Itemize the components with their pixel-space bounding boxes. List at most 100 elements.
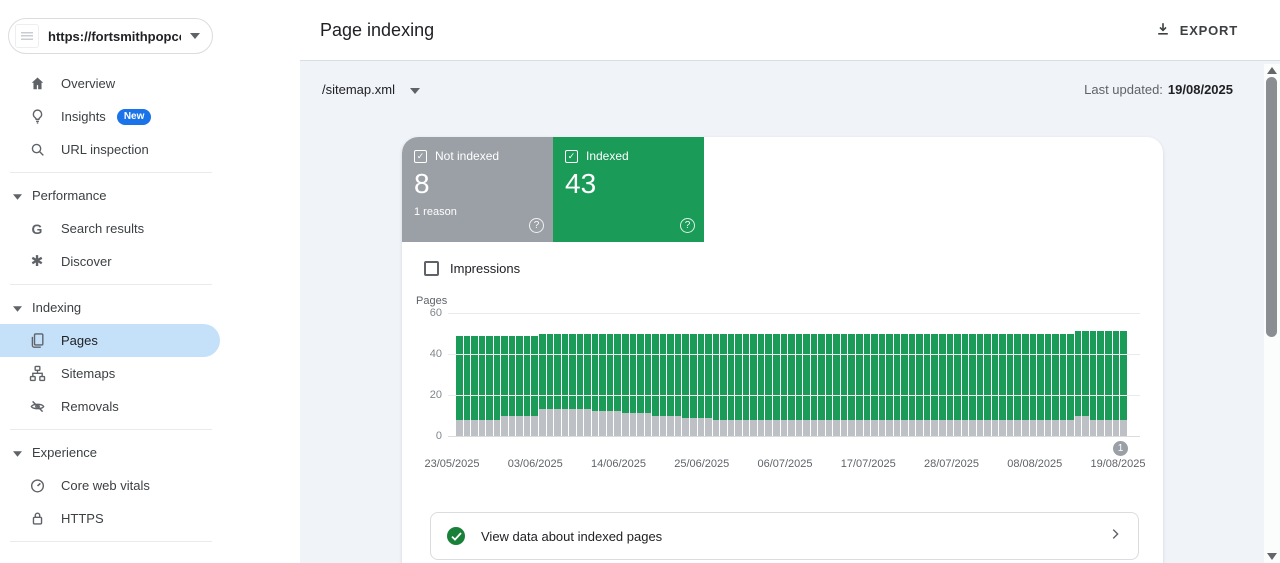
chart-bar[interactable] [916,334,923,436]
chart-bar[interactable] [652,334,659,437]
chart-bar[interactable] [977,334,984,436]
chart-bar[interactable] [1075,331,1082,436]
chart-bar[interactable] [931,334,938,436]
section-header-experience[interactable]: Experience [0,436,300,469]
chart-bar[interactable] [494,336,501,436]
scroll-down-arrow[interactable] [1267,553,1277,560]
help-icon[interactable]: ? [680,218,695,233]
sidebar-item-insights[interactable]: InsightsNew [0,100,300,133]
chart-bar[interactable] [599,334,606,436]
sitemap-filter-dropdown[interactable]: /sitemap.xml [322,82,420,97]
chart-bar[interactable] [728,334,735,436]
chart-bar[interactable] [720,334,727,436]
chart-bar[interactable] [471,336,478,436]
chart-bar[interactable] [999,334,1006,436]
chart-bar[interactable] [1037,334,1044,436]
sidebar-item-discover[interactable]: ✱Discover [0,245,300,278]
chart-bar[interactable] [509,336,516,436]
scrollbar-track[interactable] [1264,64,1280,563]
chart-bar[interactable] [547,334,554,436]
indexed-checkbox[interactable]: ✓ [565,150,578,163]
not-indexed-chip[interactable]: ✓ Not indexed 8 1 reason ? [402,137,553,242]
chart-bar[interactable] [1014,334,1021,436]
scrollbar-thumb[interactable] [1266,77,1277,337]
chart-bar[interactable] [1097,331,1104,436]
chart-bar[interactable] [682,334,689,436]
chart-bar[interactable] [637,334,644,436]
chart-bar[interactable] [750,334,757,436]
chart-bar[interactable] [705,334,712,436]
chart-bar[interactable] [1090,331,1097,436]
sidebar-item-pages[interactable]: Pages [0,324,220,357]
chart-bar[interactable] [962,334,969,436]
chart-bar[interactable] [947,334,954,436]
chart-bar[interactable] [1052,334,1059,436]
chart-bar[interactable] [1067,334,1074,436]
chart-bar[interactable] [864,334,871,436]
chart-bar[interactable] [841,334,848,436]
chart-bar[interactable] [660,334,667,437]
chart-bar[interactable] [622,334,629,436]
chart-bar[interactable] [592,334,599,436]
chart-bar[interactable] [554,334,561,436]
sidebar-item-url-inspection[interactable]: URL inspection [0,133,300,166]
chart-bar[interactable] [577,334,584,436]
chart-bar[interactable] [464,336,471,436]
chart-bar[interactable] [909,334,916,436]
chart-bar[interactable] [1105,331,1112,436]
chart-bar[interactable] [584,334,591,436]
chart-bar[interactable] [1060,334,1067,436]
chart-bar[interactable] [1082,331,1089,436]
sitemap-event-marker-badge[interactable]: 1 [1113,441,1128,456]
chart-bar[interactable] [690,334,697,436]
chart-bar[interactable] [796,334,803,436]
section-header-indexing[interactable]: Indexing [0,291,300,324]
help-icon[interactable]: ? [529,218,544,233]
section-header-performance[interactable]: Performance [0,179,300,212]
chart-bar[interactable] [871,334,878,436]
chart-bar[interactable] [531,336,538,436]
view-indexed-data-row[interactable]: View data about indexed pages [430,512,1139,560]
chart-bar[interactable] [954,334,961,436]
export-button[interactable]: EXPORT [1155,21,1238,40]
chart-bar[interactable] [803,334,810,436]
chart-bar[interactable] [901,334,908,436]
chart-bar[interactable] [614,334,621,436]
chart-bar[interactable] [645,334,652,436]
sidebar-item-core-web-vitals[interactable]: Core web vitals [0,469,300,502]
chart-bar[interactable] [1007,334,1014,436]
chart-bar[interactable] [773,334,780,436]
chart-bar[interactable] [713,334,720,436]
chart-bar[interactable] [879,334,886,436]
chart-bar[interactable] [781,334,788,436]
chart-bar[interactable] [667,334,674,437]
impressions-checkbox[interactable] [424,261,439,276]
chart-bar[interactable] [516,336,523,436]
chart-bar[interactable] [992,334,999,436]
chart-bar[interactable] [984,334,991,436]
chart-bar[interactable] [743,334,750,436]
chart-bar[interactable] [539,334,546,436]
sidebar-item-https[interactable]: HTTPS [0,502,300,535]
chart-bar[interactable] [811,334,818,436]
sidebar-item-removals[interactable]: Removals [0,390,300,423]
chart-bar[interactable] [1030,334,1037,436]
chart-bar[interactable] [788,334,795,436]
chart-bar[interactable] [833,334,840,436]
chart-bar[interactable] [630,334,637,436]
chart-bar[interactable] [675,334,682,437]
chart-bar[interactable] [569,334,576,436]
chart-bar[interactable] [969,334,976,436]
chart-bar[interactable] [1120,331,1127,436]
sidebar-item-overview[interactable]: Overview [0,67,300,100]
chart-bar[interactable] [765,334,772,436]
chart-bar[interactable] [479,336,486,436]
chart-bar[interactable] [924,334,931,436]
chart-bar[interactable] [826,334,833,436]
indexed-chip[interactable]: ✓ Indexed 43 ? [553,137,704,242]
chart-bar[interactable] [886,334,893,436]
chart-bar[interactable] [456,336,463,436]
chart-bar[interactable] [501,336,508,436]
property-selector[interactable]: https://fortsmithpopcor... [8,18,213,54]
chart-bar[interactable] [486,336,493,436]
